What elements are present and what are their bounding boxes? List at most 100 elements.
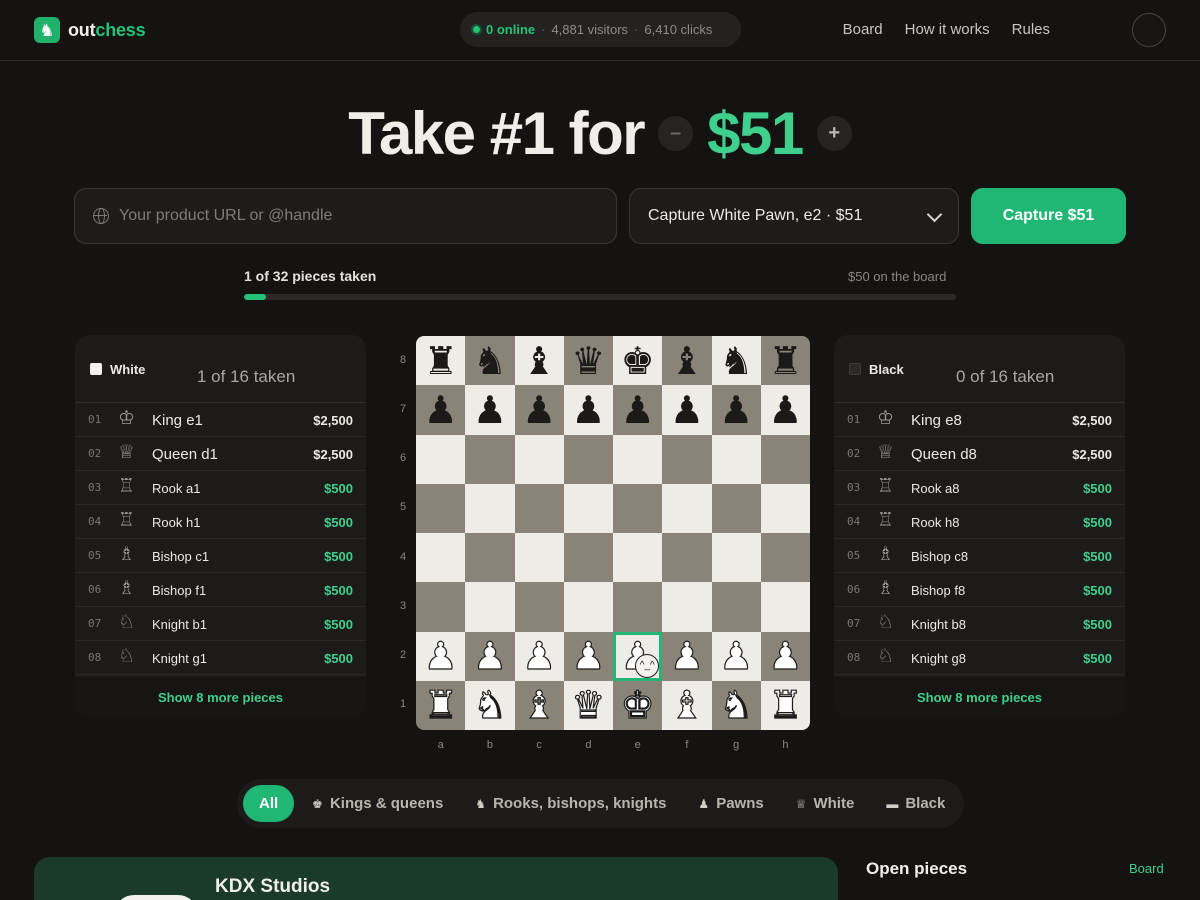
square-d7[interactable]: ♟	[563, 385, 613, 435]
nav-link-board[interactable]: Board	[843, 21, 883, 38]
square-h2[interactable]: ♟	[760, 631, 810, 681]
square-h6[interactable]	[760, 434, 810, 484]
square-f8[interactable]: ♝	[662, 336, 712, 386]
square-c8[interactable]: ♝	[514, 336, 564, 386]
square-b7[interactable]: ♟	[465, 385, 515, 435]
square-f5[interactable]	[662, 483, 712, 533]
square-d1[interactable]: ♛	[563, 680, 613, 730]
nav-link-rules[interactable]: Rules	[1012, 21, 1050, 38]
square-b3[interactable]	[465, 582, 515, 632]
piece-row[interactable]: 04 ♖ Rook h1 $500	[75, 505, 366, 539]
square-a2[interactable]: ♟	[416, 631, 466, 681]
filter-chip[interactable]: ♕ White	[782, 785, 869, 822]
brand-logo[interactable]: ♞ outchess	[34, 17, 146, 43]
square-c1[interactable]: ♝	[514, 680, 564, 730]
square-e5[interactable]	[613, 483, 663, 533]
piece-row[interactable]: 05 ♗ Bishop c8 $500	[834, 539, 1125, 573]
piece-row[interactable]: 06 ♗ Bishop f8 $500	[834, 573, 1125, 607]
square-a7[interactable]: ♟	[416, 385, 466, 435]
square-d5[interactable]	[563, 483, 613, 533]
square-h4[interactable]	[760, 533, 810, 583]
square-a8[interactable]: ♜	[416, 336, 466, 386]
filter-chip[interactable]: ♞ Rooks, bishops, knights	[461, 785, 680, 822]
square-f2[interactable]: ♟	[662, 631, 712, 681]
square-f1[interactable]: ♝	[662, 680, 712, 730]
square-c4[interactable]	[514, 533, 564, 583]
square-h5[interactable]	[760, 483, 810, 533]
square-g2[interactable]: ♟	[711, 631, 761, 681]
square-g4[interactable]	[711, 533, 761, 583]
square-a4[interactable]	[416, 533, 466, 583]
square-d6[interactable]	[563, 434, 613, 484]
square-c2[interactable]: ♟	[514, 631, 564, 681]
square-f6[interactable]	[662, 434, 712, 484]
square-f4[interactable]	[662, 533, 712, 583]
square-a6[interactable]	[416, 434, 466, 484]
square-h1[interactable]: ♜	[760, 680, 810, 730]
filter-chip[interactable]: All	[243, 785, 295, 822]
piece-row[interactable]: 03 ♖ Rook a8 $500	[834, 471, 1125, 505]
square-d8[interactable]: ♛	[563, 336, 613, 386]
square-f3[interactable]	[662, 582, 712, 632]
square-e2[interactable]: ♟ ^_^	[613, 631, 663, 681]
square-b2[interactable]: ♟	[465, 631, 515, 681]
square-g6[interactable]	[711, 434, 761, 484]
square-c3[interactable]	[514, 582, 564, 632]
show-more-button[interactable]: Show 8 more pieces	[75, 677, 366, 717]
square-b5[interactable]	[465, 483, 515, 533]
filter-chip[interactable]: ♚ Kings & queens	[298, 785, 457, 822]
square-g1[interactable]: ♞	[711, 680, 761, 730]
square-h8[interactable]: ♜	[760, 336, 810, 386]
square-c5[interactable]	[514, 483, 564, 533]
square-d2[interactable]: ♟	[563, 631, 613, 681]
square-e3[interactable]	[613, 582, 663, 632]
square-h7[interactable]: ♟	[760, 385, 810, 435]
square-g7[interactable]: ♟	[711, 385, 761, 435]
piece-row[interactable]: 07 ♘ Knight b8 $500	[834, 607, 1125, 641]
square-f7[interactable]: ♟	[662, 385, 712, 435]
square-e7[interactable]: ♟	[613, 385, 663, 435]
piece-row[interactable]: 08 ♘ Knight g8 $500	[834, 641, 1125, 675]
square-b8[interactable]: ♞	[465, 336, 515, 386]
square-e4[interactable]	[613, 533, 663, 583]
square-g3[interactable]	[711, 582, 761, 632]
increase-price-button[interactable]: +	[816, 115, 852, 151]
nav-link-how-it-works[interactable]: How it works	[905, 21, 990, 38]
capture-button[interactable]: Capture $51	[971, 188, 1126, 244]
piece-row[interactable]: 06 ♗ Bishop f1 $500	[75, 573, 366, 607]
square-d4[interactable]	[563, 533, 613, 583]
piece-row[interactable]: 08 ♘ Knight g1 $500	[75, 641, 366, 675]
url-input[interactable]	[119, 207, 589, 225]
square-a1[interactable]: ♜	[416, 680, 466, 730]
square-b6[interactable]	[465, 434, 515, 484]
piece-row[interactable]: 07 ♘ Knight b1 $500	[75, 607, 366, 641]
url-field[interactable]	[74, 188, 617, 244]
filter-chip[interactable]: ▬ Black	[872, 785, 959, 822]
chess-board[interactable]: ♜ ♞ ♝ ♛ ♚ ♝ ♞ ♜ ♟ ♟ ♟ ♟ ♟ ♟ ♟ ♟ ♟ ♟ ♟ ♟ ♟ ^_^ ♟ ♟ ♟ ♜ ♞ ♝ ♛ ♚ ♝ ♞ ♜	[416, 336, 810, 730]
piece-row[interactable]: 04 ♖ Rook h8 $500	[834, 505, 1125, 539]
featured-card[interactable]: KDX Studios	[34, 857, 838, 900]
square-c7[interactable]: ♟	[514, 385, 564, 435]
piece-row[interactable]: 01 ♔ King e1 $2,500	[75, 403, 366, 437]
piece-row[interactable]: 01 ♔ King e8 $2,500	[834, 403, 1125, 437]
square-d3[interactable]	[563, 582, 613, 632]
filter-chip[interactable]: ♟ Pawns	[684, 785, 777, 822]
piece-select[interactable]: Capture White Pawn, e2 · $51	[629, 188, 959, 244]
user-avatar[interactable]	[1132, 13, 1166, 47]
open-pieces-board-link[interactable]: Board	[1129, 861, 1164, 876]
square-a3[interactable]	[416, 582, 466, 632]
piece-row[interactable]: 03 ♖ Rook a1 $500	[75, 471, 366, 505]
square-h3[interactable]	[760, 582, 810, 632]
square-b1[interactable]: ♞	[465, 680, 515, 730]
square-e1[interactable]: ♚	[613, 680, 663, 730]
square-g8[interactable]: ♞	[711, 336, 761, 386]
square-a5[interactable]	[416, 483, 466, 533]
piece-row[interactable]: 02 ♕ Queen d8 $2,500	[834, 437, 1125, 471]
square-b4[interactable]	[465, 533, 515, 583]
piece-row[interactable]: 02 ♕ Queen d1 $2,500	[75, 437, 366, 471]
decrease-price-button[interactable]: –	[658, 115, 694, 151]
square-g5[interactable]	[711, 483, 761, 533]
square-e8[interactable]: ♚	[613, 336, 663, 386]
piece-row[interactable]: 05 ♗ Bishop c1 $500	[75, 539, 366, 573]
square-c6[interactable]	[514, 434, 564, 484]
